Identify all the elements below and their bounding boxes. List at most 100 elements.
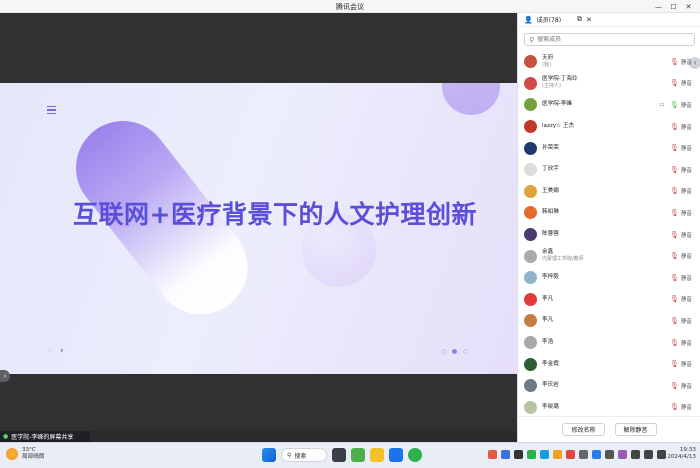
mic-muted-icon[interactable]: 🎙 xyxy=(670,252,679,260)
member-row[interactable]: 李晓璐 🎙 静音 xyxy=(518,397,700,419)
mute-action[interactable]: 静音 xyxy=(681,317,692,325)
unmute-button[interactable]: 解除静音 xyxy=(614,423,657,436)
next-slide-icon[interactable]: › xyxy=(60,346,64,356)
mic-muted-icon[interactable]: 🎙 xyxy=(670,79,679,87)
mute-action[interactable]: 静音 xyxy=(681,274,692,282)
mute-action[interactable]: 静音 xyxy=(681,252,692,260)
mic-muted-icon[interactable]: 🎙 xyxy=(670,339,679,347)
taskbar-search[interactable]: ⚲ 搜索 xyxy=(281,448,327,462)
mute-action[interactable]: 静音 xyxy=(681,123,692,131)
mic-muted-icon[interactable]: 🎙 xyxy=(670,295,679,303)
tencent-meeting-icon[interactable] xyxy=(389,448,403,462)
member-row[interactable]: 陈蓉蓉 🎙 静音 xyxy=(518,224,700,246)
slide-dot[interactable] xyxy=(452,349,457,354)
mic-muted-icon[interactable]: 🎙 xyxy=(670,231,679,239)
tray-app-icon[interactable] xyxy=(579,450,588,459)
clock[interactable]: 19:33 2024/4/13 xyxy=(664,447,696,461)
member-row[interactable]: 医学院-丁海玲 (主持人) 🎙 静音 xyxy=(518,73,700,95)
mute-action[interactable]: 静音 xyxy=(681,360,692,368)
mute-action[interactable]: 静音 xyxy=(681,166,692,174)
member-search-input[interactable] xyxy=(537,36,688,43)
mic-muted-icon[interactable]: 🎙 xyxy=(670,58,679,66)
tray-app-icon[interactable] xyxy=(618,450,627,459)
member-row[interactable]: 李凡 🎙 静音 xyxy=(518,289,700,311)
mic-muted-icon[interactable]: 🎙 xyxy=(670,209,679,217)
slide-dot[interactable] xyxy=(441,349,446,354)
member-row[interactable]: 王美娟 🎙 静音 xyxy=(518,181,700,203)
member-row[interactable]: 孙荣荣 🎙 静音 xyxy=(518,137,700,159)
tray-app-icon[interactable] xyxy=(501,450,510,459)
mute-action[interactable]: 静音 xyxy=(681,231,692,239)
menu-icon[interactable] xyxy=(47,106,56,114)
mic-muted-icon[interactable]: 🎙 xyxy=(670,144,679,152)
mute-action[interactable]: 静音 xyxy=(681,144,692,152)
mute-action[interactable]: 静音 xyxy=(681,209,692,217)
maximize-button[interactable]: ☐ xyxy=(666,1,681,12)
mic-muted-icon[interactable]: 🎙 xyxy=(670,274,679,282)
mute-action[interactable]: 静音 xyxy=(681,339,692,347)
clock-date: 2024/4/13 xyxy=(667,454,696,460)
wifi-icon[interactable] xyxy=(631,450,640,459)
member-row[interactable]: 李金霞 🎙 静音 xyxy=(518,353,700,375)
tray-app-icon[interactable] xyxy=(553,450,562,459)
tray-app-icon[interactable] xyxy=(605,450,614,459)
mic-muted-icon[interactable]: 🎙 xyxy=(670,382,679,390)
member-name: 李凡 xyxy=(542,317,554,324)
member-row[interactable]: 李庆岩 🎙 静音 xyxy=(518,375,700,397)
mute-action[interactable]: 静音 xyxy=(681,79,692,87)
avatar xyxy=(524,76,537,90)
camera-icon[interactable]: ▭ xyxy=(659,101,665,108)
popout-icon[interactable]: ⧉ xyxy=(577,15,582,24)
member-row[interactable]: lazzy☆ 王杰 🎙 静音 xyxy=(518,116,700,138)
member-row[interactable]: 李浩 🎙 静音 xyxy=(518,332,700,354)
screen-share-area: 互联网+医疗背景下的人文护理创新 ‹ › › xyxy=(0,13,517,431)
tray-app-icon[interactable] xyxy=(540,450,549,459)
mic-icon[interactable]: 🎙 xyxy=(670,101,679,109)
member-name: 孙荣荣 xyxy=(542,144,559,151)
tray-app-icon[interactable] xyxy=(592,450,601,459)
member-name: 李浩 xyxy=(542,339,554,346)
mute-action[interactable]: 静音 xyxy=(681,101,692,109)
weather-widget[interactable]: 33°C 局部晴朗 xyxy=(6,447,44,461)
expand-left-icon[interactable]: › xyxy=(0,370,10,382)
app-icon[interactable] xyxy=(351,448,365,462)
mic-muted-icon[interactable]: 🎙 xyxy=(670,123,679,131)
member-row[interactable]: 丁欣宇 🎙 静音 xyxy=(518,159,700,181)
member-row[interactable]: 李梓毅 🎙 静音 xyxy=(518,267,700,289)
avatar xyxy=(524,292,537,306)
slide-dot[interactable] xyxy=(463,349,468,354)
mic-muted-icon[interactable]: 🎙 xyxy=(670,360,679,368)
mic-muted-icon[interactable]: 🎙 xyxy=(670,403,679,411)
mute-action[interactable]: 静音 xyxy=(681,295,692,303)
mute-action[interactable]: 静音 xyxy=(681,403,692,411)
file-explorer-icon[interactable] xyxy=(370,448,384,462)
prev-slide-icon[interactable]: ‹ xyxy=(48,346,52,356)
close-panel-icon[interactable]: ✕ xyxy=(586,16,592,24)
mute-action[interactable]: 静音 xyxy=(681,58,692,66)
member-row[interactable]: 余鑫 内蒙理工学院/教师 🎙 静音 xyxy=(518,245,700,267)
volume-icon[interactable] xyxy=(644,450,653,459)
rename-button[interactable]: 修改名称 xyxy=(562,423,605,436)
tray-app-icon[interactable] xyxy=(514,450,523,459)
wechat-icon[interactable] xyxy=(408,448,422,462)
mic-muted-icon[interactable]: 🎙 xyxy=(670,166,679,174)
tray-app-icon[interactable] xyxy=(527,450,536,459)
member-row[interactable]: 天府 (我) 🎙 静音 xyxy=(518,51,700,73)
windows-start-icon[interactable] xyxy=(262,448,276,462)
mic-muted-icon[interactable]: 🎙 xyxy=(670,317,679,325)
tray-app-icon[interactable] xyxy=(566,450,575,459)
task-view-icon[interactable] xyxy=(332,448,346,462)
member-search[interactable]: ⚲ xyxy=(524,33,695,46)
member-row[interactable]: 李凡 🎙 静音 xyxy=(518,310,700,332)
members-tab[interactable]: 成员(78) xyxy=(537,15,561,24)
member-row[interactable]: 医学院-李峰 ▭ 🎙 静音 xyxy=(518,94,700,116)
member-row[interactable]: 韩如琳 🎙 静音 xyxy=(518,202,700,224)
mute-action[interactable]: 静音 xyxy=(681,187,692,195)
tray-app-icon[interactable] xyxy=(488,450,497,459)
member-subtitle: (主持人) xyxy=(542,83,561,90)
mic-muted-icon[interactable]: 🎙 xyxy=(670,187,679,195)
avatar xyxy=(524,163,537,177)
minimize-button[interactable]: — xyxy=(651,1,666,12)
mute-action[interactable]: 静音 xyxy=(681,382,692,390)
close-button[interactable]: ✕ xyxy=(681,1,696,12)
